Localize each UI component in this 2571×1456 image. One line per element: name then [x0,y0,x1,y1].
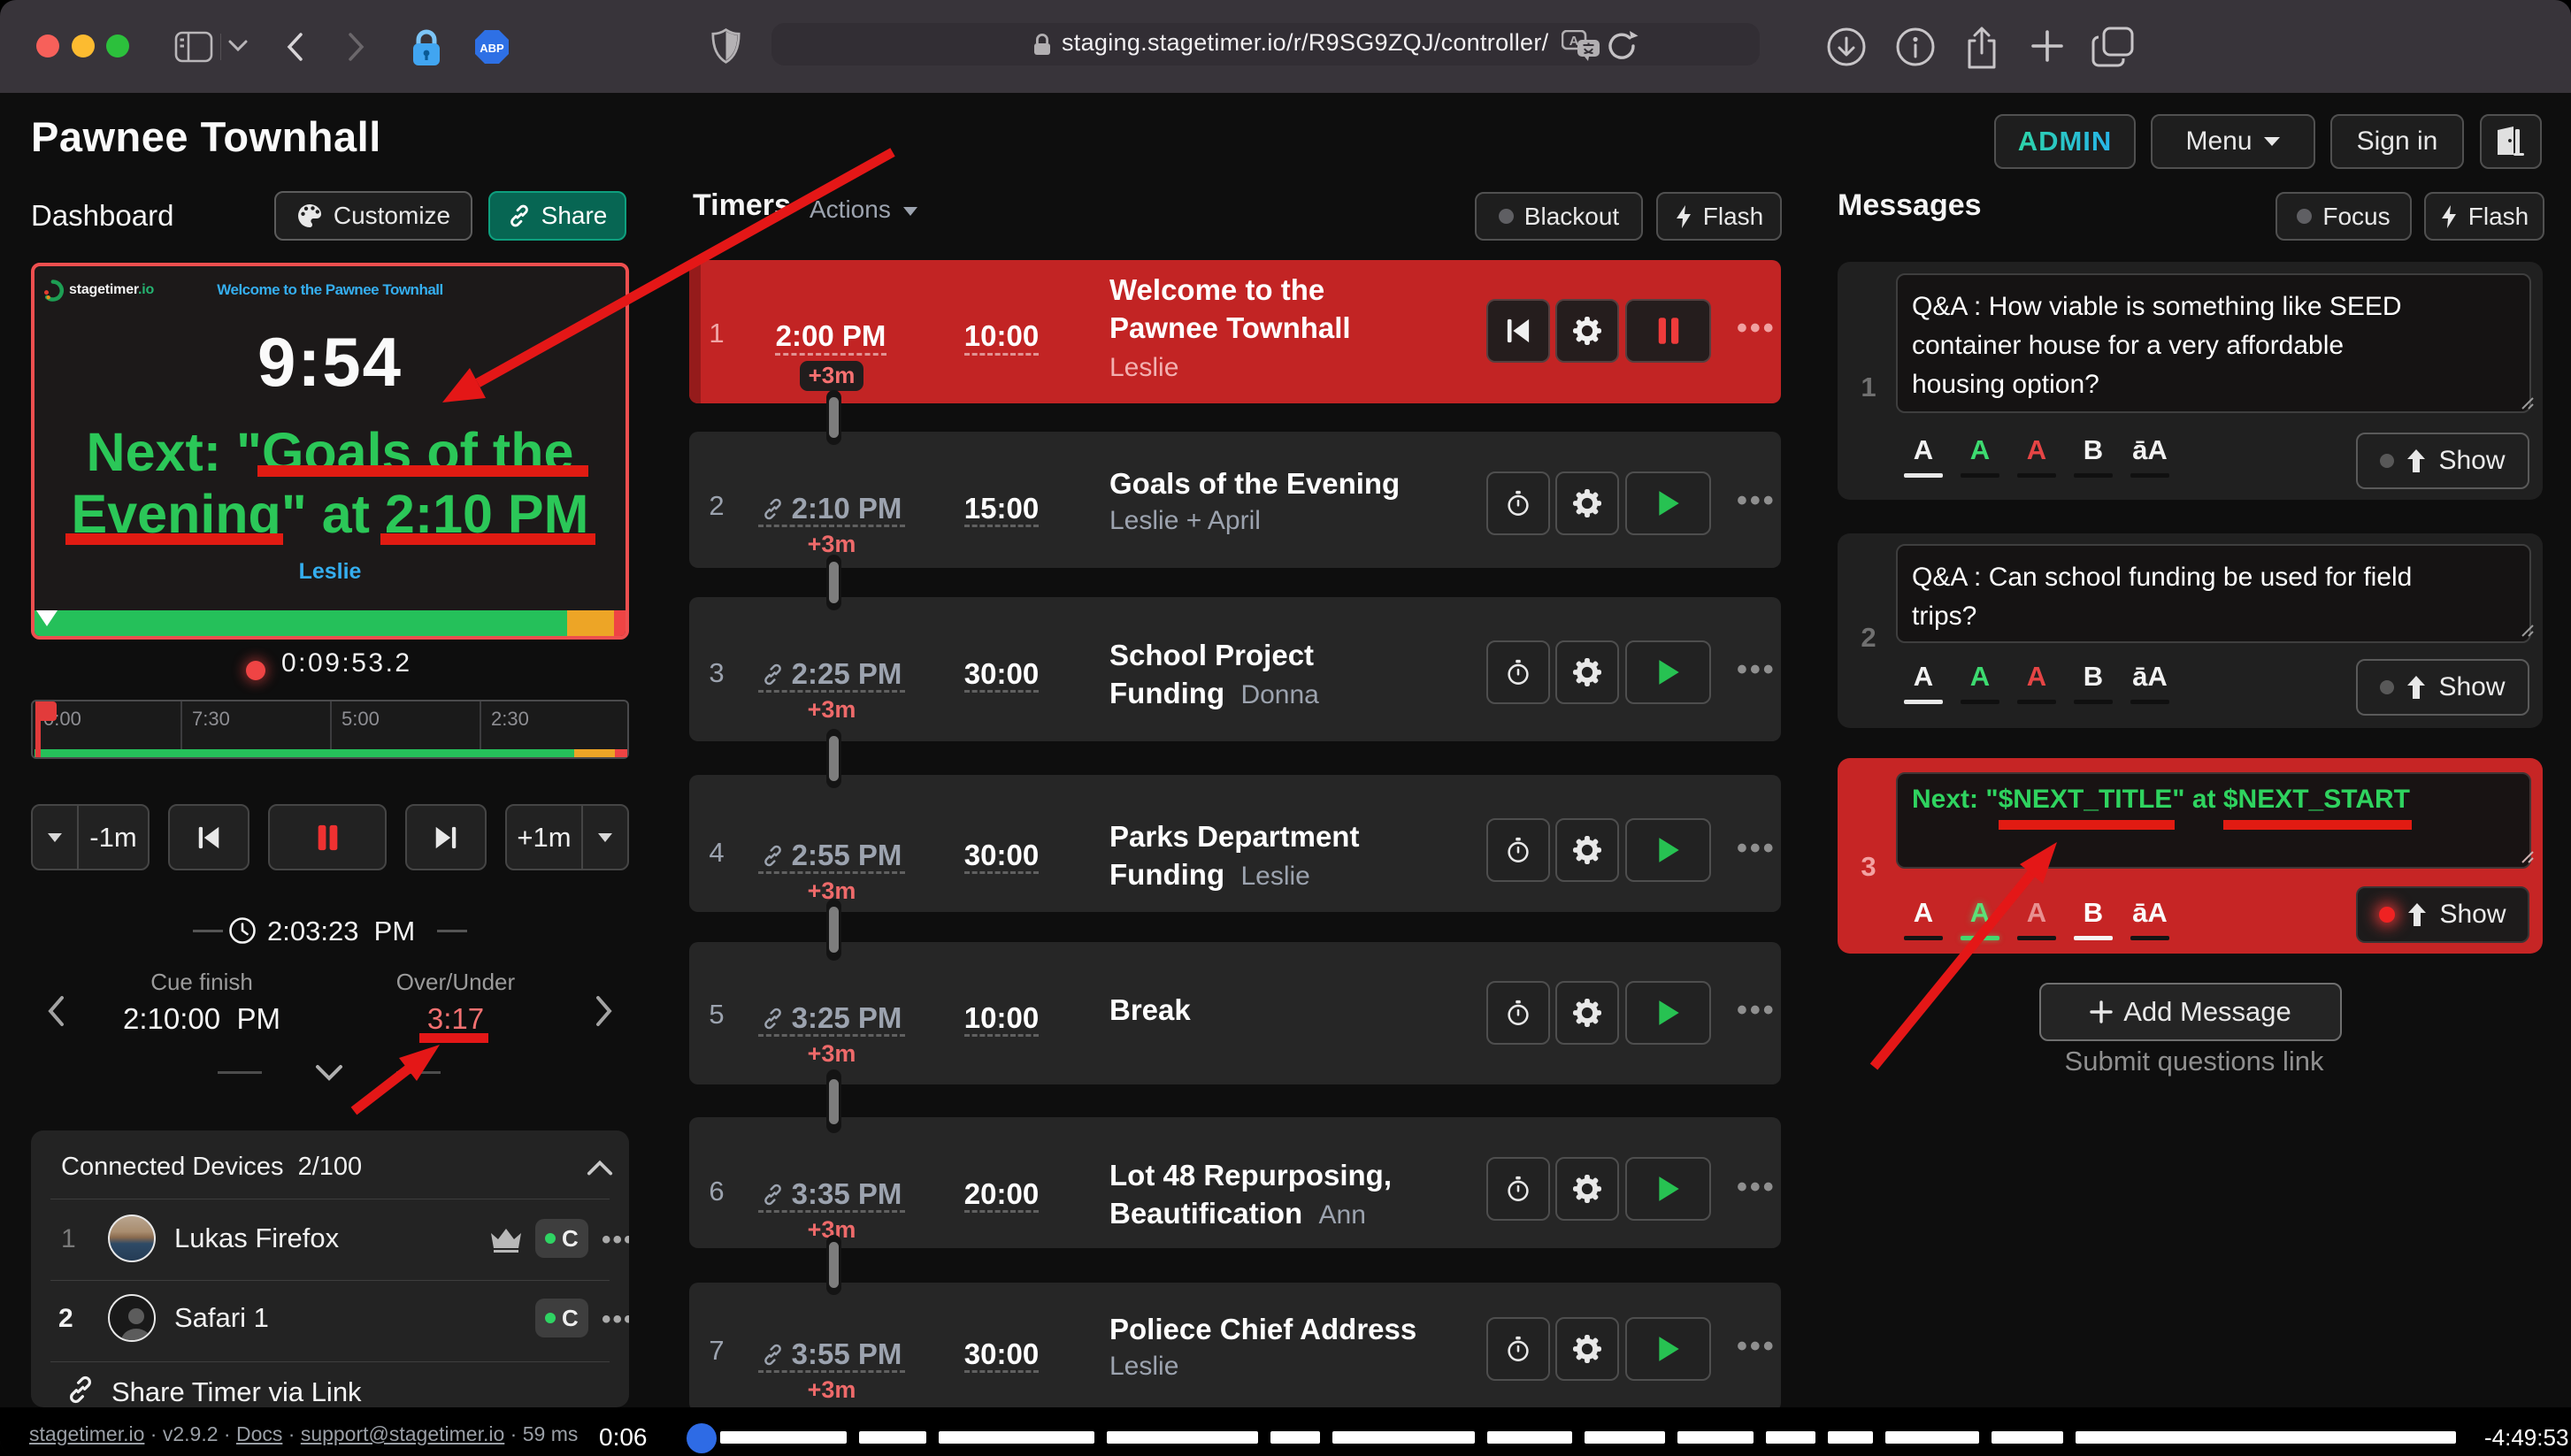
svg-text:A: A [1569,34,1579,49]
svg-text:ABP: ABP [480,42,504,55]
